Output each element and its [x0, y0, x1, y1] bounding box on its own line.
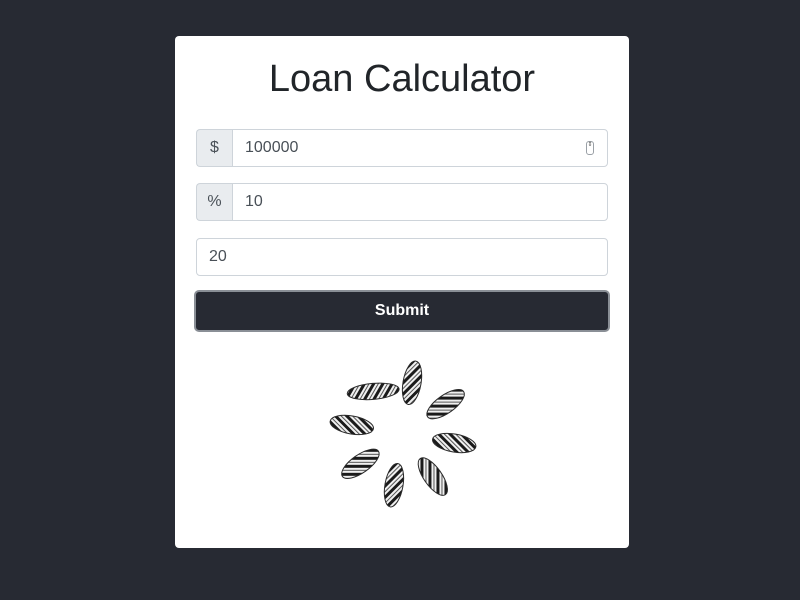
spinner-petals [329, 360, 477, 508]
interest-rate-group: % [196, 183, 608, 221]
spinner-petal [426, 389, 465, 420]
years-group [196, 238, 608, 276]
submit-button[interactable]: Submit [194, 290, 610, 332]
number-stepper-icon[interactable]: ⇕ [586, 141, 594, 155]
loading-spinner-icon [329, 360, 477, 508]
spinner-petal [341, 448, 380, 479]
loan-calculator-card: Loan Calculator $ ⇕ % Submit [175, 36, 629, 548]
percent-prefix: % [196, 183, 232, 221]
loan-amount-group: $ ⇕ [196, 129, 608, 167]
spinner-petal [329, 414, 375, 436]
spinner-petal [431, 432, 477, 454]
dollar-prefix: $ [196, 129, 232, 167]
interest-rate-input[interactable] [232, 183, 608, 221]
spinner-petal [401, 360, 423, 406]
years-input[interactable] [196, 238, 608, 276]
spinner-petal [346, 382, 400, 401]
spinner-petal [383, 462, 405, 508]
page-title: Loan Calculator [268, 58, 536, 100]
spinner-petal [417, 457, 448, 496]
loan-amount-input[interactable] [232, 129, 608, 167]
